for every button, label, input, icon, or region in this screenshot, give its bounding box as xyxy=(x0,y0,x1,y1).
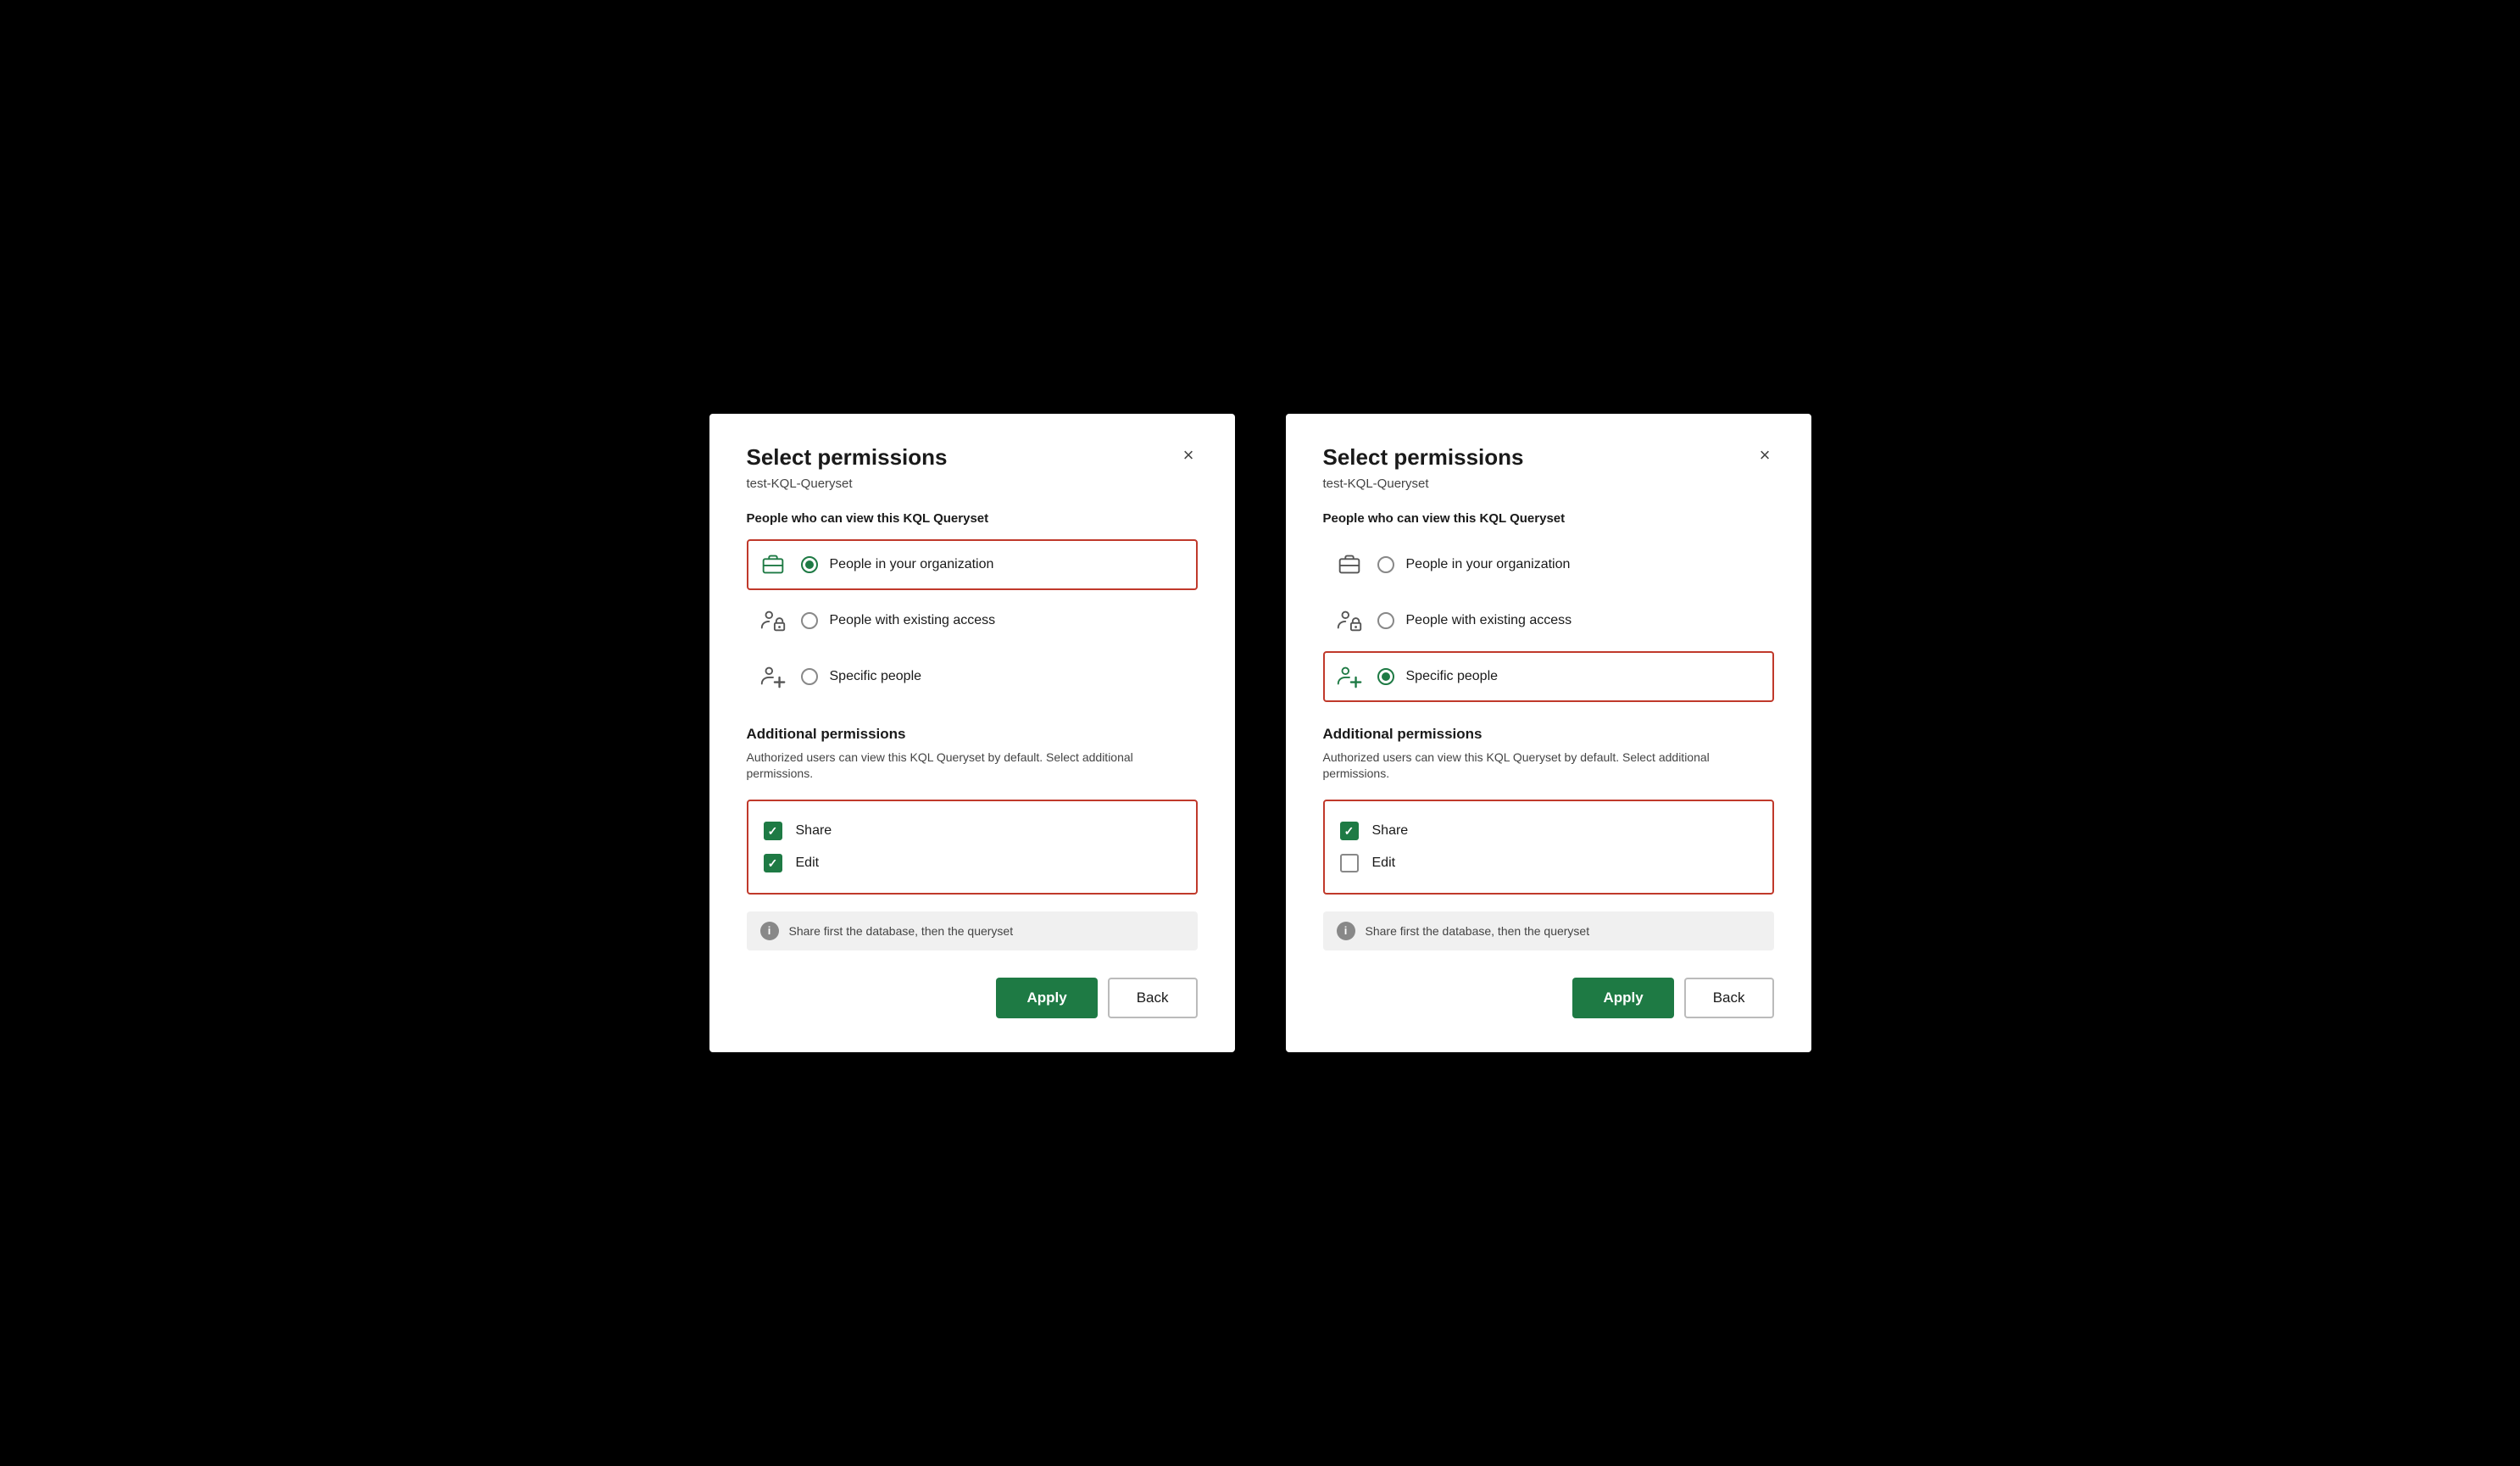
checkbox-share[interactable] xyxy=(764,822,782,840)
close-button[interactable]: × xyxy=(1756,443,1774,468)
info-text: Share first the database, then the query… xyxy=(1366,924,1590,938)
radio-option-specific[interactable]: Specific people xyxy=(1323,651,1774,702)
info-text: Share first the database, then the query… xyxy=(789,924,1014,938)
people-lock-icon xyxy=(1335,605,1366,636)
viewer-section-label: People who can view this KQL Queryset xyxy=(747,511,1198,526)
checkbox-label-share: Share xyxy=(796,823,832,839)
panel-title: Select permissions xyxy=(1323,444,1524,471)
additional-desc: Authorized users can view this KQL Query… xyxy=(1323,750,1774,783)
info-icon: i xyxy=(760,922,779,940)
radio-button-specific[interactable] xyxy=(1377,668,1394,685)
checkbox-edit[interactable] xyxy=(1340,854,1359,872)
checkbox-group: Share Edit xyxy=(747,800,1198,895)
radio-option-org[interactable]: People in your organization xyxy=(747,539,1198,590)
back-button[interactable]: Back xyxy=(1684,978,1774,1018)
additional-desc: Authorized users can view this KQL Query… xyxy=(747,750,1198,783)
radio-label-existing: People with existing access xyxy=(1406,613,1572,628)
viewer-section-label: People who can view this KQL Queryset xyxy=(1323,511,1774,526)
panels-container: Select permissions × test-KQL-Queryset P… xyxy=(709,414,1811,1051)
radio-option-org[interactable]: People in your organization xyxy=(1323,539,1774,590)
panel-header: Select permissions × xyxy=(747,444,1198,471)
people-add-icon xyxy=(1335,661,1366,692)
panel-title: Select permissions xyxy=(747,444,948,471)
checkbox-share[interactable] xyxy=(1340,822,1359,840)
briefcase-icon xyxy=(759,549,789,580)
checkbox-item-share[interactable]: Share xyxy=(764,815,1181,847)
radio-label-org: People in your organization xyxy=(830,557,994,572)
radio-option-existing[interactable]: People with existing access xyxy=(1323,595,1774,646)
radio-button-existing[interactable] xyxy=(1377,612,1394,629)
radio-button-org[interactable] xyxy=(1377,556,1394,573)
panel-header: Select permissions × xyxy=(1323,444,1774,471)
panel-subtitle: test-KQL-Queryset xyxy=(747,477,1198,491)
close-button[interactable]: × xyxy=(1180,443,1198,468)
panel-right: Select permissions × test-KQL-Queryset P… xyxy=(1286,414,1811,1051)
radio-label-existing: People with existing access xyxy=(830,613,996,628)
checkbox-item-edit[interactable]: Edit xyxy=(1340,847,1757,879)
people-add-icon xyxy=(759,661,789,692)
checkbox-item-share[interactable]: Share xyxy=(1340,815,1757,847)
panel-footer: Apply Back xyxy=(1323,978,1774,1018)
radio-label-org: People in your organization xyxy=(1406,557,1571,572)
people-lock-icon xyxy=(759,605,789,636)
panel-footer: Apply Back xyxy=(747,978,1198,1018)
checkbox-item-edit[interactable]: Edit xyxy=(764,847,1181,879)
radio-group: People in your organization People with … xyxy=(1323,539,1774,702)
back-button[interactable]: Back xyxy=(1108,978,1198,1018)
additional-title: Additional permissions xyxy=(1323,726,1774,743)
radio-button-existing[interactable] xyxy=(801,612,818,629)
additional-section: Additional permissions Authorized users … xyxy=(747,726,1198,783)
checkbox-label-edit: Edit xyxy=(796,856,820,871)
checkbox-edit[interactable] xyxy=(764,854,782,872)
radio-label-specific: Specific people xyxy=(1406,669,1499,684)
radio-group: People in your organization People with … xyxy=(747,539,1198,702)
radio-label-specific: Specific people xyxy=(830,669,922,684)
panel-left: Select permissions × test-KQL-Queryset P… xyxy=(709,414,1235,1051)
apply-button[interactable]: Apply xyxy=(1572,978,1673,1018)
checkbox-group: Share Edit xyxy=(1323,800,1774,895)
info-bar: i Share first the database, then the que… xyxy=(747,911,1198,950)
radio-button-specific[interactable] xyxy=(801,668,818,685)
checkbox-label-share: Share xyxy=(1372,823,1409,839)
radio-button-org[interactable] xyxy=(801,556,818,573)
info-bar: i Share first the database, then the que… xyxy=(1323,911,1774,950)
radio-option-existing[interactable]: People with existing access xyxy=(747,595,1198,646)
apply-button[interactable]: Apply xyxy=(996,978,1097,1018)
info-icon: i xyxy=(1337,922,1355,940)
radio-option-specific[interactable]: Specific people xyxy=(747,651,1198,702)
additional-section: Additional permissions Authorized users … xyxy=(1323,726,1774,783)
additional-title: Additional permissions xyxy=(747,726,1198,743)
panel-subtitle: test-KQL-Queryset xyxy=(1323,477,1774,491)
checkbox-label-edit: Edit xyxy=(1372,856,1396,871)
briefcase-icon xyxy=(1335,549,1366,580)
